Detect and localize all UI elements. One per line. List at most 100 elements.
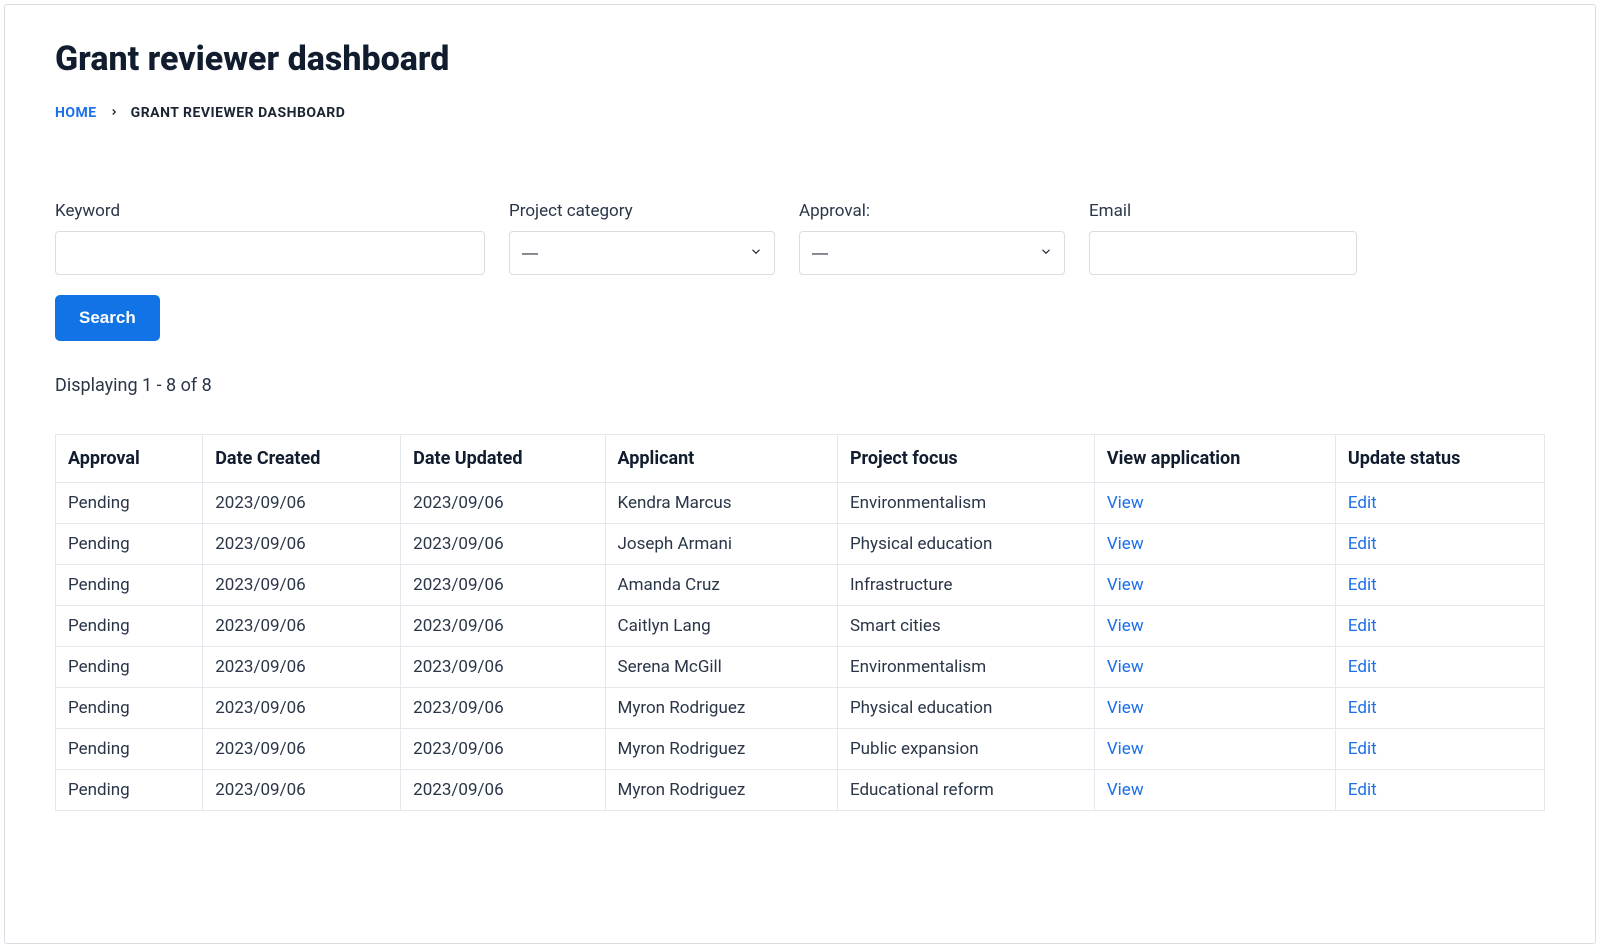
cell-date-updated: 2023/09/06 bbox=[401, 606, 605, 647]
table-row: Pending2023/09/062023/09/06Myron Rodrigu… bbox=[56, 729, 1545, 770]
cell-update: Edit bbox=[1335, 606, 1544, 647]
results-summary: Displaying 1 - 8 of 8 bbox=[55, 375, 1545, 396]
cell-date-updated: 2023/09/06 bbox=[401, 483, 605, 524]
filter-email: Email bbox=[1089, 201, 1357, 275]
cell-project-focus: Physical education bbox=[837, 688, 1094, 729]
cell-approval: Pending bbox=[56, 524, 203, 565]
cell-applicant: Serena McGill bbox=[605, 647, 837, 688]
cell-date-updated: 2023/09/06 bbox=[401, 688, 605, 729]
filter-project-category: Project category — bbox=[509, 201, 775, 275]
cell-approval: Pending bbox=[56, 729, 203, 770]
cell-approval: Pending bbox=[56, 688, 203, 729]
cell-view: View bbox=[1094, 770, 1335, 811]
email-input[interactable] bbox=[1089, 231, 1357, 275]
cell-date-created: 2023/09/06 bbox=[203, 688, 401, 729]
keyword-input[interactable] bbox=[55, 231, 485, 275]
table-row: Pending2023/09/062023/09/06Amanda CruzIn… bbox=[56, 565, 1545, 606]
cell-update: Edit bbox=[1335, 647, 1544, 688]
approval-select[interactable]: — bbox=[799, 231, 1065, 275]
approval-label: Approval: bbox=[799, 201, 1065, 221]
edit-link[interactable]: Edit bbox=[1348, 575, 1377, 595]
cell-update: Edit bbox=[1335, 688, 1544, 729]
cell-project-focus: Educational reform bbox=[837, 770, 1094, 811]
cell-approval: Pending bbox=[56, 770, 203, 811]
view-link[interactable]: View bbox=[1107, 739, 1144, 759]
view-link[interactable]: View bbox=[1107, 575, 1144, 595]
col-applicant: Applicant bbox=[605, 435, 837, 483]
cell-project-focus: Physical education bbox=[837, 524, 1094, 565]
table-row: Pending2023/09/062023/09/06Myron Rodrigu… bbox=[56, 688, 1545, 729]
cell-view: View bbox=[1094, 729, 1335, 770]
cell-update: Edit bbox=[1335, 524, 1544, 565]
cell-date-created: 2023/09/06 bbox=[203, 729, 401, 770]
email-label: Email bbox=[1089, 201, 1357, 221]
col-project-focus: Project focus bbox=[837, 435, 1094, 483]
cell-date-created: 2023/09/06 bbox=[203, 770, 401, 811]
cell-project-focus: Environmentalism bbox=[837, 647, 1094, 688]
view-link[interactable]: View bbox=[1107, 493, 1144, 513]
col-view: View application bbox=[1094, 435, 1335, 483]
col-update: Update status bbox=[1335, 435, 1544, 483]
filter-approval: Approval: — bbox=[799, 201, 1065, 275]
cell-date-updated: 2023/09/06 bbox=[401, 770, 605, 811]
view-link[interactable]: View bbox=[1107, 698, 1144, 718]
cell-view: View bbox=[1094, 483, 1335, 524]
cell-date-created: 2023/09/06 bbox=[203, 483, 401, 524]
cell-project-focus: Public expansion bbox=[837, 729, 1094, 770]
page-title: Grant reviewer dashboard bbox=[55, 39, 1545, 79]
table-row: Pending2023/09/062023/09/06Caitlyn LangS… bbox=[56, 606, 1545, 647]
cell-approval: Pending bbox=[56, 483, 203, 524]
cell-update: Edit bbox=[1335, 770, 1544, 811]
keyword-label: Keyword bbox=[55, 201, 485, 221]
cell-date-created: 2023/09/06 bbox=[203, 524, 401, 565]
chevron-right-icon bbox=[109, 105, 119, 121]
breadcrumb-current: Grant reviewer dashboard bbox=[131, 105, 346, 121]
table-header-row: Approval Date Created Date Updated Appli… bbox=[56, 435, 1545, 483]
search-button[interactable]: Search bbox=[55, 295, 160, 341]
col-date-created: Date Created bbox=[203, 435, 401, 483]
table-row: Pending2023/09/062023/09/06Serena McGill… bbox=[56, 647, 1545, 688]
cell-date-created: 2023/09/06 bbox=[203, 606, 401, 647]
cell-applicant: Amanda Cruz bbox=[605, 565, 837, 606]
edit-link[interactable]: Edit bbox=[1348, 493, 1377, 513]
filter-row: Keyword Project category — Approval: — bbox=[55, 201, 1545, 275]
cell-view: View bbox=[1094, 524, 1335, 565]
cell-date-updated: 2023/09/06 bbox=[401, 565, 605, 606]
cell-project-focus: Smart cities bbox=[837, 606, 1094, 647]
cell-update: Edit bbox=[1335, 729, 1544, 770]
breadcrumb: Home Grant reviewer dashboard bbox=[55, 105, 1545, 121]
category-label: Project category bbox=[509, 201, 775, 221]
view-link[interactable]: View bbox=[1107, 534, 1144, 554]
breadcrumb-home[interactable]: Home bbox=[55, 105, 97, 121]
col-approval: Approval bbox=[56, 435, 203, 483]
filter-keyword: Keyword bbox=[55, 201, 485, 275]
edit-link[interactable]: Edit bbox=[1348, 534, 1377, 554]
cell-applicant: Caitlyn Lang bbox=[605, 606, 837, 647]
edit-link[interactable]: Edit bbox=[1348, 780, 1377, 800]
cell-approval: Pending bbox=[56, 647, 203, 688]
edit-link[interactable]: Edit bbox=[1348, 616, 1377, 636]
view-link[interactable]: View bbox=[1107, 616, 1144, 636]
table-row: Pending2023/09/062023/09/06Myron Rodrigu… bbox=[56, 770, 1545, 811]
col-date-updated: Date Updated bbox=[401, 435, 605, 483]
edit-link[interactable]: Edit bbox=[1348, 698, 1377, 718]
edit-link[interactable]: Edit bbox=[1348, 739, 1377, 759]
cell-date-updated: 2023/09/06 bbox=[401, 647, 605, 688]
cell-date-created: 2023/09/06 bbox=[203, 647, 401, 688]
cell-date-created: 2023/09/06 bbox=[203, 565, 401, 606]
table-row: Pending2023/09/062023/09/06Kendra Marcus… bbox=[56, 483, 1545, 524]
view-link[interactable]: View bbox=[1107, 657, 1144, 677]
cell-applicant: Myron Rodriguez bbox=[605, 729, 837, 770]
view-link[interactable]: View bbox=[1107, 780, 1144, 800]
cell-approval: Pending bbox=[56, 565, 203, 606]
cell-approval: Pending bbox=[56, 606, 203, 647]
cell-view: View bbox=[1094, 606, 1335, 647]
edit-link[interactable]: Edit bbox=[1348, 657, 1377, 677]
cell-project-focus: Infrastructure bbox=[837, 565, 1094, 606]
cell-project-focus: Environmentalism bbox=[837, 483, 1094, 524]
category-select[interactable]: — bbox=[509, 231, 775, 275]
cell-update: Edit bbox=[1335, 483, 1544, 524]
cell-date-updated: 2023/09/06 bbox=[401, 729, 605, 770]
cell-applicant: Joseph Armani bbox=[605, 524, 837, 565]
applications-table: Approval Date Created Date Updated Appli… bbox=[55, 434, 1545, 811]
